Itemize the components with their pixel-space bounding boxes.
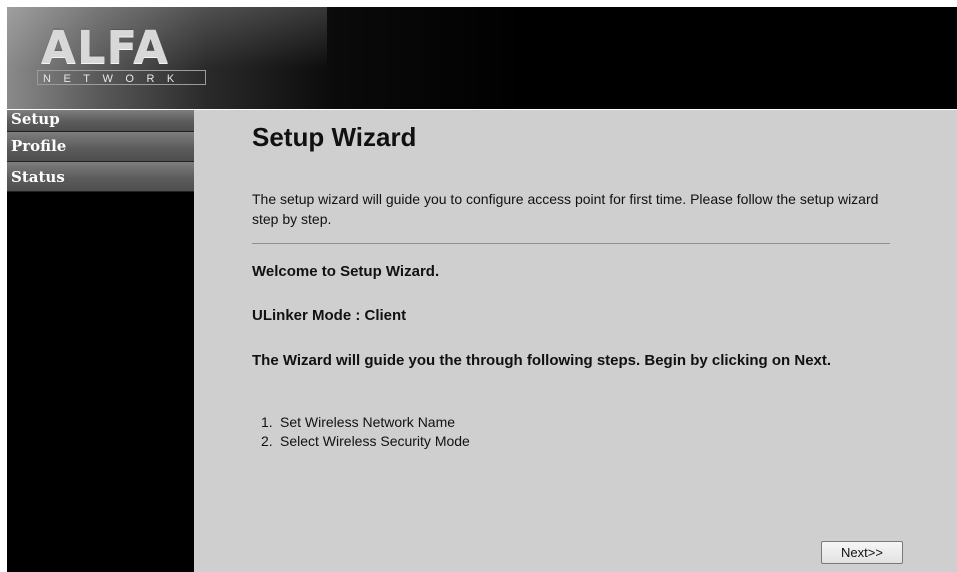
step-number: 2. bbox=[261, 433, 273, 449]
sidebar: Setup Profile Status bbox=[7, 110, 194, 572]
mode-label: ULinker Mode : Client bbox=[252, 307, 407, 324]
header-banner: ALFA NETWORK bbox=[7, 7, 957, 109]
wizard-instructions: The Wizard will guide you the through fo… bbox=[252, 352, 832, 369]
step-text: Set Wireless Network Name bbox=[280, 414, 456, 430]
step-number: 1. bbox=[261, 414, 273, 430]
steps-list: 1. Set Wireless Network Name 2. Select W… bbox=[261, 413, 470, 451]
list-item: 1. Set Wireless Network Name bbox=[261, 413, 470, 432]
logo: ALFA bbox=[41, 21, 169, 74]
sidebar-item-profile[interactable]: Profile bbox=[7, 132, 194, 162]
page-title: Setup Wizard bbox=[252, 122, 417, 152]
next-button[interactable]: Next>> bbox=[821, 541, 903, 564]
divider bbox=[252, 243, 890, 244]
welcome-heading: Welcome to Setup Wizard. bbox=[252, 263, 440, 280]
sidebar-item-setup[interactable]: Setup bbox=[7, 110, 194, 132]
sidebar-item-status[interactable]: Status bbox=[7, 162, 194, 192]
logo-subtitle: NETWORK bbox=[43, 73, 187, 85]
main-content: Setup Wizard The setup wizard will guide… bbox=[194, 110, 957, 572]
list-item: 2. Select Wireless Security Mode bbox=[261, 432, 470, 451]
intro-text: The setup wizard will guide you to confi… bbox=[252, 191, 879, 227]
step-text: Select Wireless Security Mode bbox=[280, 433, 470, 449]
